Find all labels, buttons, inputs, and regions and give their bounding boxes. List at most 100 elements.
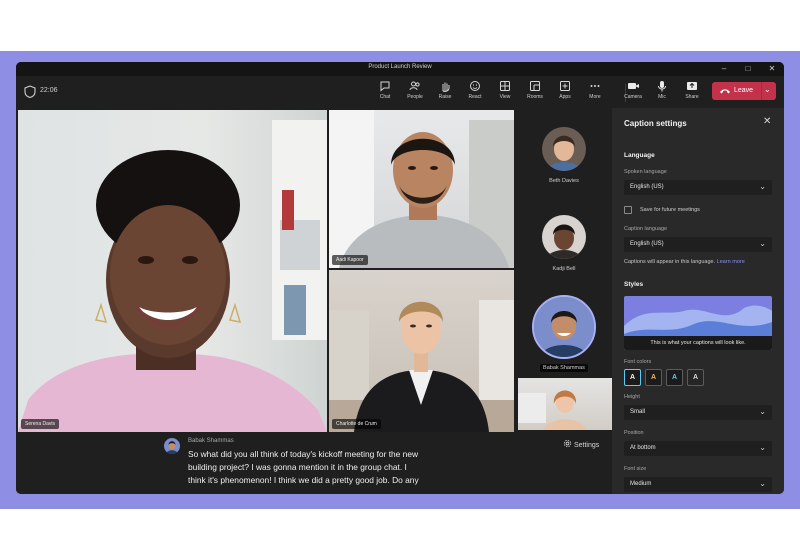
video-tile-self[interactable] (518, 378, 612, 430)
roster-name-kadji: Kadji Bell (552, 266, 576, 272)
camera-button[interactable]: Camera (618, 80, 648, 106)
people-icon (409, 81, 420, 91)
font-size-dropdown[interactable]: Medium ⌄ (624, 477, 772, 492)
participant-name-charlotte: Charlotte de Crum (332, 419, 381, 429)
react-label: React (468, 94, 482, 100)
caption-language-help: Captions will appear in this language. L… (624, 259, 745, 265)
meeting-timer: 22:06 (40, 87, 58, 94)
people-label: People (407, 94, 423, 100)
video-tile-aadi[interactable]: Aadi Kapoor (329, 110, 514, 268)
more-button[interactable]: More (580, 80, 610, 106)
height-dropdown[interactable]: Small ⌄ (624, 405, 772, 420)
language-section-heading: Language (624, 152, 655, 159)
learn-more-link[interactable]: Learn more (717, 259, 745, 265)
caption-language-value: English (US) (630, 241, 664, 247)
camera-icon (627, 83, 639, 89)
save-future-checkbox[interactable] (624, 206, 632, 214)
apps-icon (560, 81, 570, 91)
view-button[interactable]: View (490, 80, 520, 106)
raise-label: Raise (438, 94, 452, 100)
more-icon (590, 85, 600, 87)
phone-hangup-icon (720, 89, 730, 94)
chat-icon (380, 81, 390, 92)
rooms-icon (530, 81, 540, 91)
participant-roster: Beth Davies Kadji Bell Babak Shammas (516, 110, 612, 432)
title-bar: Product Launch Review – □ ✕ (16, 62, 784, 76)
caption-settings-label: Settings (573, 442, 600, 449)
camera-label: Camera (624, 94, 642, 100)
caption-settings-button[interactable]: Settings (563, 439, 599, 449)
avatar-kadji[interactable] (542, 215, 586, 259)
gear-icon (563, 439, 572, 448)
font-color-white[interactable]: A (624, 369, 641, 386)
raise-hand-button[interactable]: Raise (430, 80, 460, 106)
more-label: More (589, 94, 601, 100)
close-window-icon[interactable]: ✕ (760, 63, 784, 75)
help-text: Captions will appear in this language. (624, 259, 716, 265)
caption-speaker-avatar (164, 438, 180, 454)
caption-line-3: think it's phenomenon! I think we did a … (188, 475, 419, 485)
avatar-beth[interactable] (542, 127, 586, 171)
styles-section-heading: Styles (624, 281, 644, 288)
caption-speaker-name: Babak Shammas (188, 438, 234, 444)
spoken-language-label: Spoken language (624, 169, 667, 175)
position-value: At bottom (630, 445, 656, 451)
share-label: Share (685, 94, 699, 100)
participant-name-aadi: Aadi Kapoor (332, 255, 368, 265)
caption-line-2: building project? I was gonna mention it… (188, 462, 407, 472)
rooms-label: Rooms (527, 94, 543, 100)
shield-icon (24, 85, 36, 98)
maximize-icon[interactable]: □ (736, 63, 760, 75)
chat-button[interactable]: Chat (370, 80, 400, 106)
raise-hand-icon (442, 82, 450, 92)
font-color-blue[interactable]: A (666, 369, 683, 386)
caption-language-dropdown[interactable]: English (US) ⌄ (624, 237, 772, 252)
apps-button[interactable]: Apps (550, 80, 580, 106)
spoken-language-dropdown[interactable]: English (US) ⌄ (624, 180, 772, 195)
chevron-down-icon: ⌄ (759, 182, 766, 191)
chevron-down-icon: ⌄ (759, 239, 766, 248)
view-icon (500, 81, 510, 91)
leave-divider (761, 82, 762, 100)
chevron-down-icon: ⌄ (759, 479, 766, 488)
captions-area: Babak Shammas So what did you all think … (16, 432, 612, 494)
avatar-babak-speaking[interactable] (532, 295, 596, 359)
leave-label: Leave (734, 87, 754, 94)
close-icon[interactable]: ✕ (763, 116, 771, 127)
caption-preview: This is what your captions will look lik… (624, 296, 772, 350)
video-tile-charlotte[interactable]: Charlotte de Crum (329, 270, 514, 432)
people-button[interactable]: People (400, 80, 430, 106)
chevron-down-icon: ⌄ (759, 407, 766, 416)
height-label: Height (624, 394, 640, 400)
rooms-button[interactable]: Rooms (520, 80, 550, 106)
apps-label: Apps (559, 94, 571, 100)
caption-line-1: So what did you all think of today's kic… (188, 449, 419, 459)
react-icon (470, 81, 480, 91)
view-label: View (499, 94, 511, 100)
spoken-language-value: English (US) (630, 184, 664, 190)
participant-name-main: Serena Davis (21, 419, 60, 429)
leave-button[interactable]: Leave ⌄ (712, 82, 776, 100)
teams-meeting-window: Product Launch Review – □ ✕ 22:06 Chat P… (16, 62, 784, 494)
react-button[interactable]: React (460, 80, 490, 106)
chevron-down-icon[interactable]: ⌄ (764, 85, 771, 94)
panel-title: Caption settings (624, 119, 687, 128)
participant-video-serena (18, 120, 327, 432)
window-title: Product Launch Review (368, 64, 432, 70)
position-label: Position (624, 430, 644, 436)
share-button[interactable]: Share (677, 80, 707, 106)
chat-label: Chat (379, 94, 391, 100)
height-value: Small (630, 409, 646, 415)
roster-name-beth: Beth Davies (549, 178, 579, 184)
font-color-dark[interactable]: A (687, 369, 704, 386)
preview-caption-text: This is what your captions will look lik… (624, 336, 772, 350)
minimize-icon[interactable]: – (712, 63, 736, 75)
position-dropdown[interactable]: At bottom ⌄ (624, 441, 772, 456)
participant-video-charlotte (329, 300, 514, 432)
font-color-orange[interactable]: A (645, 369, 662, 386)
participant-video-aadi (329, 110, 514, 268)
save-future-label: Save for future meetings (640, 207, 700, 213)
caption-settings-panel: Caption settings ✕ Language Spoken langu… (612, 108, 784, 494)
mic-button[interactable]: Mic (647, 80, 677, 106)
video-tile-main[interactable]: Serena Davis (18, 110, 327, 432)
